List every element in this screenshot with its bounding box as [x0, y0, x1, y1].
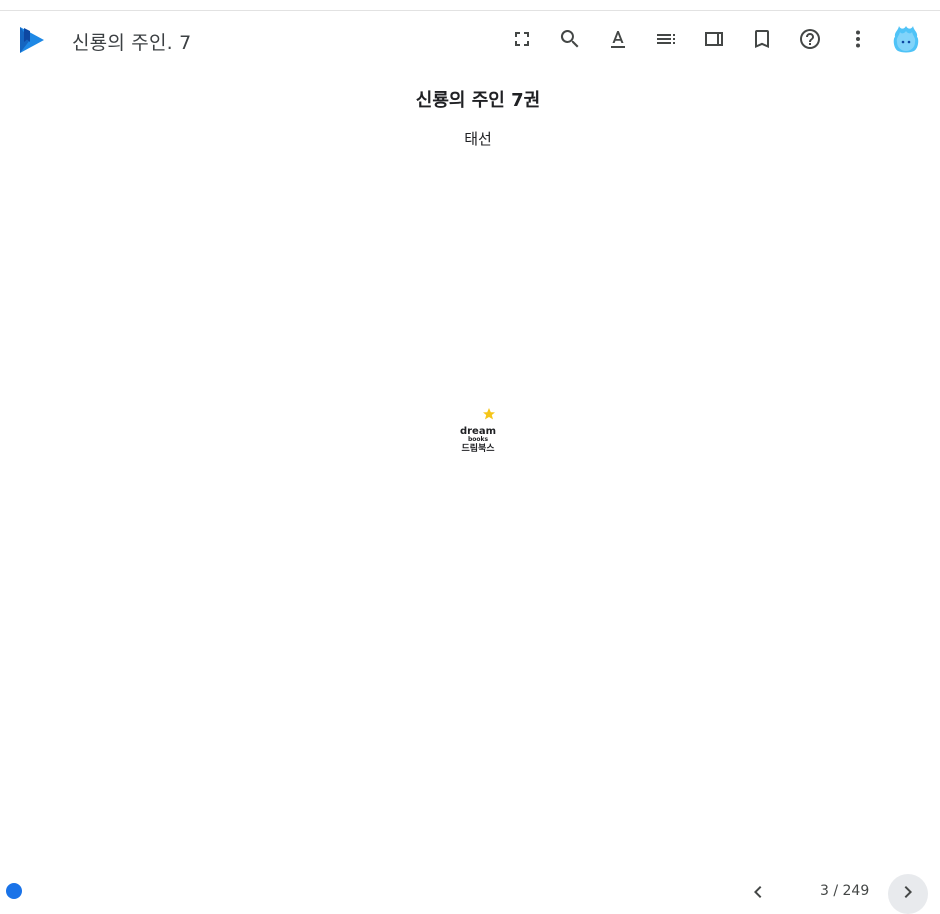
page-title: 신룡의 주인 7권	[415, 90, 541, 111]
dreambooks-logo-icon: dream books 드림북스	[460, 408, 496, 454]
progress-slider-handle[interactable]	[6, 883, 22, 899]
next-page-button[interactable]	[888, 874, 928, 914]
side-panel-button[interactable]	[694, 19, 734, 59]
bookmark-icon	[755, 30, 769, 48]
page-author: 태선	[464, 130, 492, 148]
page-indicator: 3 / 249	[820, 883, 870, 899]
more-options-button[interactable]	[838, 19, 878, 59]
help-icon	[800, 29, 820, 49]
fullscreen-icon	[515, 32, 529, 46]
search-button[interactable]	[550, 19, 590, 59]
logo-text-korean: 드림북스	[461, 442, 495, 454]
side-panel-icon	[705, 32, 723, 46]
previous-page-button[interactable]	[746, 880, 770, 904]
table-of-contents-icon	[657, 34, 675, 44]
text-format-icon	[611, 31, 625, 48]
user-avatar-icon[interactable]	[890, 23, 922, 55]
reader-toolbar	[494, 19, 922, 59]
search-icon	[560, 30, 579, 48]
book-title: 신룡의 주인. 7	[72, 32, 192, 54]
chevron-left-icon	[754, 886, 762, 898]
reader-header: 신룡의 주인. 7	[0, 11, 940, 67]
help-button[interactable]	[790, 19, 830, 59]
fullscreen-button[interactable]	[502, 19, 542, 59]
more-vert-icon	[856, 30, 860, 48]
reader-footer: 3 / 249	[0, 868, 940, 914]
contents-button[interactable]	[646, 19, 686, 59]
google-play-books-logo-icon[interactable]	[16, 24, 48, 56]
bookmark-button[interactable]	[742, 19, 782, 59]
chevron-right-icon	[904, 886, 912, 898]
logo-text-books: books	[468, 436, 489, 443]
display-options-button[interactable]	[598, 19, 638, 59]
